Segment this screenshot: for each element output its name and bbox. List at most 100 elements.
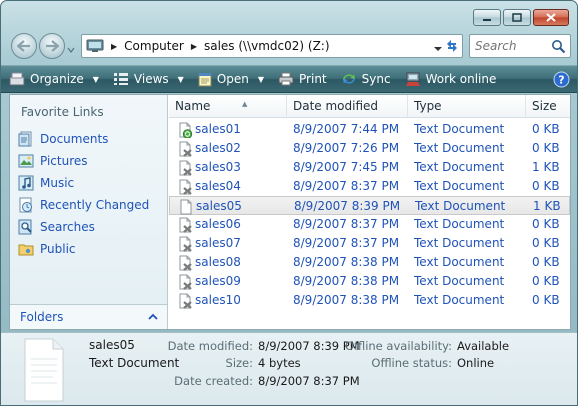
sync-file-icon [179,122,193,138]
breadcrumb-sales-drive[interactable]: sales (\\vmdc02) (Z:) [204,39,330,53]
sidebar-item-documents[interactable]: Documents [18,128,149,150]
close-button[interactable] [533,9,569,26]
column-name-label: Name [175,99,211,113]
back-button[interactable] [11,33,37,59]
chevron-down-icon: ▼ [177,74,184,84]
file-date-modified: 8/9/2007 8:38 PM [293,255,400,269]
file-row[interactable]: sales03 8/9/2007 7:45 PM Text Document 1 KB [169,158,570,177]
computer-icon [86,39,104,52]
file-name: sales07 [195,236,241,250]
caret-down-icon [434,47,442,51]
breadcrumb-computer[interactable]: Computer [124,39,184,53]
sidebar-item-label: Music [40,176,75,190]
sidebar-item-recently-changed[interactable]: Recently Changed [18,194,149,216]
file-type: Text Document [414,293,505,307]
close-icon [546,13,556,22]
svg-text:?: ? [558,74,564,87]
file-row[interactable]: sales06 8/9/2007 8:37 PM Text Document 0 KB [169,215,570,234]
views-icon [113,73,128,85]
column-header-date-modified[interactable]: Date modified [287,95,408,118]
file-date-modified: 8/9/2007 8:39 PM [294,199,401,213]
file-type: Text Document [414,179,505,193]
file-row[interactable]: sales02 8/9/2007 7:26 PM Text Document 0 KB [169,139,570,158]
column-type-label: Type [414,99,442,113]
offline-file-icon [179,160,192,176]
sidebar-item-label: Documents [40,132,109,146]
sidebar-item-pictures[interactable]: Pictures [18,150,149,172]
file-type: Text Document [414,274,505,288]
file-name: sales03 [195,160,241,174]
print-button[interactable]: Print [278,72,327,86]
file-name: sales10 [195,293,241,307]
recent-pages-button[interactable] [67,42,75,56]
work-online-button[interactable]: Work online [405,72,497,87]
text-file-icon [180,199,192,215]
public-icon [18,244,34,256]
sidebar-item-music[interactable]: Music [18,172,149,194]
open-menu[interactable]: Open ▼ [198,72,264,87]
file-name: sales01 [195,122,241,136]
file-type: Text Document [414,217,505,231]
details-file-type: Text Document [89,356,180,370]
file-row[interactable]: sales10 8/9/2007 8:38 PM Text Document 0 KB [169,291,570,310]
work-online-label: Work online [425,72,497,86]
breadcrumb: ▶ Computer ▶ sales (\\vmdc02) (Z:) [86,39,330,53]
file-size: 0 KB [532,274,560,288]
sidebar-item-public[interactable]: Public [18,238,149,260]
column-header-size[interactable]: Size [526,95,570,118]
address-bar[interactable]: ▶ Computer ▶ sales (\\vmdc02) (Z:) [81,34,463,58]
column-header-type[interactable]: Type [408,95,526,118]
command-bar: Organize ▼ Views ▼ Open ▼ Print Sync Wor… [1,65,577,93]
refresh-icon [447,40,457,52]
printer-icon [278,72,294,86]
arrow-left-icon [17,40,30,52]
breadcrumb-separator[interactable]: ▶ [191,42,197,51]
sync-button[interactable]: Sync [341,72,391,86]
search-input[interactable] [475,39,555,53]
file-row[interactable]: sales05 8/9/2007 8:39 PM Text Document 1 KB [169,196,570,215]
favorite-links-list: Documents Pictures Music Recently Change… [18,128,149,260]
file-date-modified: 8/9/2007 7:45 PM [293,160,400,174]
offline-status-label: Offline status: [371,356,452,370]
views-menu[interactable]: Views ▼ [113,72,184,86]
search-box[interactable] [469,34,571,58]
file-date-modified: 8/9/2007 8:38 PM [293,293,400,307]
file-size: 0 KB [532,217,560,231]
minimize-icon [483,18,491,21]
file-row[interactable]: sales07 8/9/2007 8:37 PM Text Document 0 KB [169,234,570,253]
offline-availability-value: Available [457,339,510,353]
file-size: 0 KB [532,255,560,269]
file-size: 1 KB [533,199,561,213]
recently-changed-icon [19,197,32,213]
file-row[interactable]: sales04 8/9/2007 8:37 PM Text Document 0 KB [169,177,570,196]
file-row[interactable]: sales01 8/9/2007 7:44 PM Text Document 0 KB [169,120,570,139]
file-row[interactable]: sales08 8/9/2007 8:38 PM Text Document 0 KB [169,253,570,272]
date-modified-label: Date modified: [167,339,253,353]
file-size: 0 KB [532,122,560,136]
folders-label: Folders [20,310,64,324]
file-name: sales04 [195,179,241,193]
maximize-icon [512,13,522,22]
organize-menu[interactable]: Organize ▼ [9,72,99,86]
file-list: Name ▲ Date modified Type Size sales01 8/… [169,95,570,329]
sort-ascending-icon: ▲ [242,100,248,108]
minimize-button[interactable] [473,9,501,26]
search-icon[interactable] [551,39,566,54]
address-dropdown-button[interactable] [434,41,442,55]
refresh-button[interactable] [444,38,460,57]
column-header-name[interactable]: Name ▲ [169,95,287,118]
offline-file-icon [179,274,192,290]
searches-icon [18,219,32,235]
file-type: Text Document [414,122,505,136]
navigation-row: ▶ Computer ▶ sales (\\vmdc02) (Z:) [9,32,571,59]
maximize-button[interactable] [503,9,531,26]
file-size: 0 KB [532,141,560,155]
sidebar-item-searches[interactable]: Searches [18,216,149,238]
folders-toggle[interactable]: Folders [10,304,167,329]
file-type: Text Document [414,160,505,174]
column-date-label: Date modified [293,99,379,113]
help-button[interactable]: ? [553,71,570,91]
forward-button[interactable] [39,33,65,59]
file-row[interactable]: sales09 8/9/2007 8:38 PM Text Document 0 KB [169,272,570,291]
breadcrumb-separator[interactable]: ▶ [111,42,117,51]
